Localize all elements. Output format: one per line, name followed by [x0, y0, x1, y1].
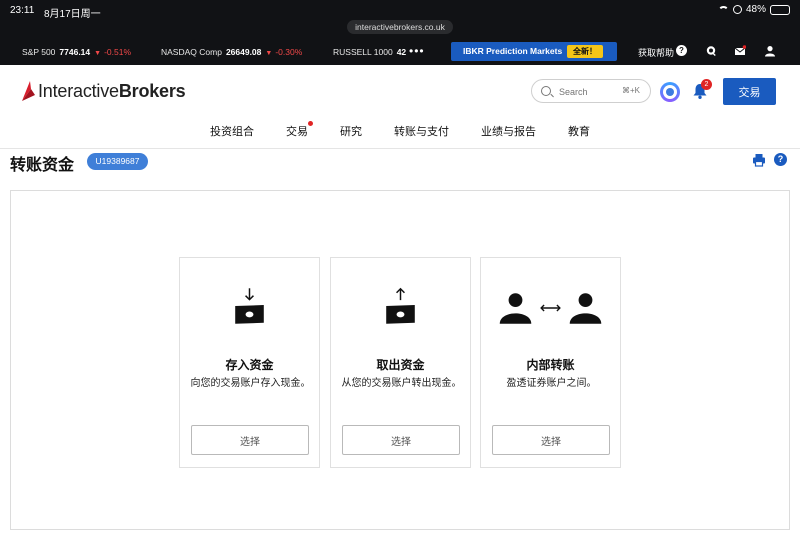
withdraw-select-button[interactable]: 选择	[342, 425, 460, 455]
account-badge[interactable]: U19389687	[87, 153, 148, 170]
ticker-name: S&P 500	[22, 47, 56, 57]
question-icon[interactable]: ?	[774, 153, 787, 166]
nav-trade-indicator	[308, 121, 313, 126]
search-input[interactable]	[559, 84, 619, 99]
withdraw-card[interactable]: 取出资金 从您的交易账户转出现金。 选择	[330, 257, 471, 468]
logo-word-bold: Brokers	[118, 80, 186, 101]
deposit-select-button[interactable]: 选择	[191, 425, 309, 455]
status-icons: 48%	[717, 4, 790, 15]
date: 8月17日周一	[44, 9, 101, 20]
site-header: InteractiveBrokers ⌘+K 2 交易 投资组合 交易 研究 转…	[0, 65, 800, 149]
nav-portfolio[interactable]: 投资组合	[210, 123, 254, 139]
ticker-name: RUSSELL 1000	[333, 47, 393, 57]
more-tickers-button[interactable]: •••	[409, 44, 425, 58]
internal-transfer-select-button[interactable]: 选择	[492, 425, 610, 455]
mail-icon[interactable]	[734, 45, 746, 57]
page-title: 转账资金	[10, 157, 75, 174]
ticker-item[interactable]: NASDAQ Comp 26649.08 ▼ -0.30%	[161, 47, 302, 57]
down-arrow-icon: ▼	[94, 50, 102, 57]
ib-logo[interactable]: InteractiveBrokers	[20, 79, 186, 103]
user-icon[interactable]	[764, 45, 776, 57]
withdraw-icon	[386, 287, 415, 324]
ticker-change: -0.30%	[275, 47, 303, 57]
ticker-name: NASDAQ Comp	[161, 47, 222, 57]
card-title: 存入资金	[225, 358, 274, 372]
internal-transfer-card[interactable]: 内部转账 盈透证券账户之间。 选择	[480, 257, 621, 468]
down-arrow-icon: ▼	[265, 50, 273, 57]
logo-word-light: Interactive	[38, 80, 119, 101]
url-bar[interactable]: interactivebrokers.co.uk	[347, 20, 453, 34]
help-link[interactable]: 获取帮助	[638, 46, 674, 59]
ticker-value: 7746.14	[59, 47, 91, 57]
card-description: 盈透证券账户之间。	[506, 378, 597, 389]
search-icon	[541, 86, 551, 96]
deposit-icon	[235, 288, 264, 324]
main-nav: 投资组合 交易 研究 转账与支付 业绩与报告 教育	[0, 121, 800, 141]
internal-transfer-icon	[499, 293, 602, 324]
help-icon[interactable]: ?	[676, 45, 687, 56]
search-box[interactable]: ⌘+K	[531, 79, 651, 103]
deposit-card[interactable]: 存入资金 向您的交易账户存入现金。 选择	[179, 257, 320, 468]
prediction-markets-banner[interactable]: IBKR Prediction Markets 全新！	[451, 42, 617, 61]
ticker-item[interactable]: S&P 500 7746.14 ▼ -0.51%	[22, 47, 131, 57]
nav-education[interactable]: 教育	[568, 123, 590, 139]
card-title: 取出资金	[376, 358, 425, 372]
clock: 23:11	[10, 5, 35, 16]
ticker-value: 42	[396, 47, 407, 57]
print-icon[interactable]	[752, 153, 766, 167]
chat-search-icon[interactable]	[705, 45, 717, 57]
ai-assistant-icon[interactable]	[660, 82, 680, 102]
ticker-value: 26649.08	[225, 47, 262, 57]
battery-percent: 48%	[745, 4, 766, 15]
search-shortcut: ⌘+K	[621, 86, 640, 95]
trade-button[interactable]: 交易	[723, 78, 776, 105]
nav-trade[interactable]: 交易	[286, 123, 308, 139]
nav-transfer-pay[interactable]: 转账与支付	[394, 123, 449, 139]
logo-wordmark: InteractiveBrokers	[38, 80, 186, 102]
ib-logo-mark-icon	[22, 81, 35, 101]
device-status-bar: 23:11 8月17日周一 48% interactivebrokers.co.…	[0, 0, 800, 40]
card-title: 内部转账	[526, 358, 575, 372]
nav-performance-reports[interactable]: 业绩与报告	[481, 123, 536, 139]
ai-assistant-dot	[666, 88, 674, 96]
notification-count-badge: 2	[701, 79, 712, 90]
promo-label: IBKR Prediction Markets	[463, 46, 563, 56]
nav-research[interactable]: 研究	[340, 123, 362, 139]
new-badge: 全新！	[567, 45, 603, 58]
focus-icon	[732, 5, 742, 14]
card-description: 从您的交易账户转出现金。	[341, 378, 462, 389]
wifi-icon	[717, 5, 729, 14]
card-description: 向您的交易账户存入现金。	[190, 378, 311, 389]
ticker-change: -0.51%	[104, 47, 132, 57]
ticker-item[interactable]: RUSSELL 1000 42	[333, 47, 406, 57]
battery-icon	[770, 4, 790, 15]
